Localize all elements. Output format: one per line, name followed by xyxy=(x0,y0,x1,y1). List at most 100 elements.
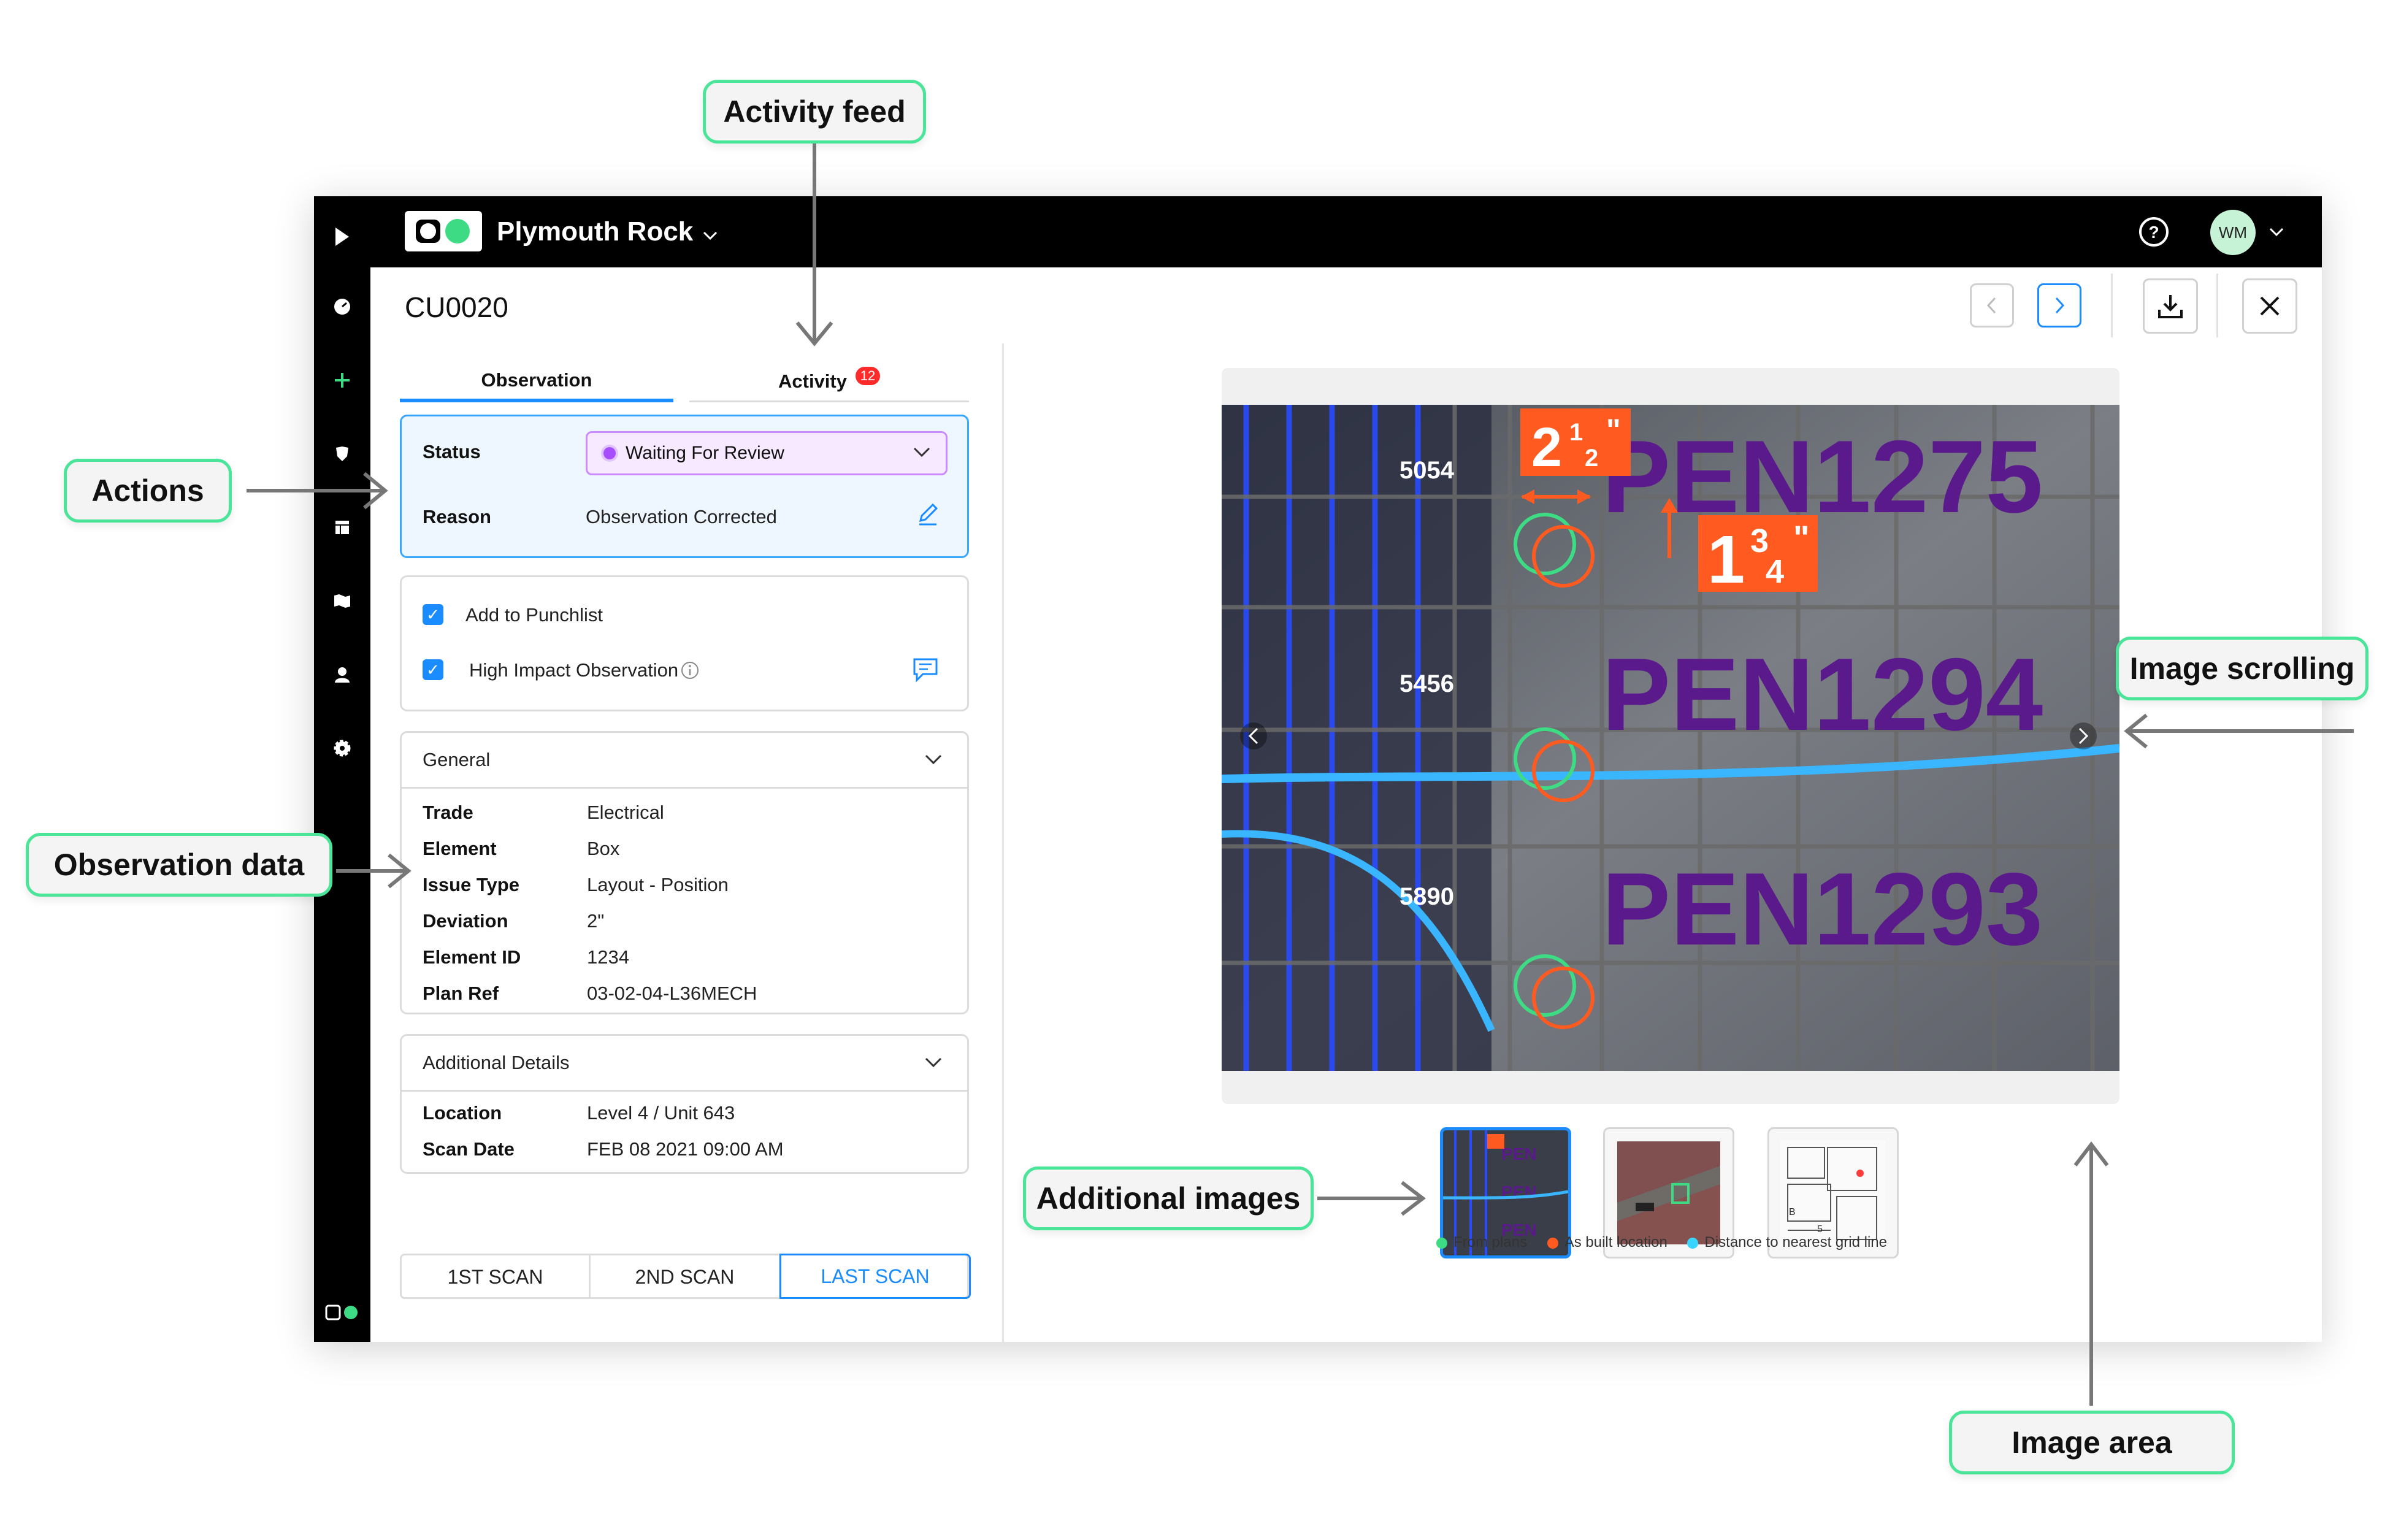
legend-distance: Distance to nearest grid line xyxy=(1704,1234,1887,1251)
svg-text:2: 2 xyxy=(1531,417,1562,478)
observation-photo-graphic: 5054 5456 5890 PEN1275 PEN1294 PEN1293 2… xyxy=(1222,405,2119,1071)
scan-first-button[interactable]: 1ST SCAN xyxy=(402,1255,591,1298)
field-value: FEB 08 2021 09:00 AM xyxy=(587,1138,784,1160)
field-label: Deviation xyxy=(423,910,508,932)
add-icon[interactable] xyxy=(314,362,370,399)
high-impact-label: High Impact Observation xyxy=(469,659,679,681)
close-button[interactable] xyxy=(2242,278,2297,334)
comment-icon[interactable] xyxy=(912,657,939,686)
legend-from-plans: From plans xyxy=(1453,1234,1528,1251)
help-icon[interactable]: ? xyxy=(2137,215,2171,249)
chevron-left-icon xyxy=(1986,297,1996,314)
field-label: Issue Type xyxy=(423,874,519,895)
high-impact-checkbox[interactable]: ✓ xyxy=(423,659,443,680)
callout-activity-feed-text: Activity feed xyxy=(723,94,906,129)
info-icon[interactable] xyxy=(680,661,700,683)
additional-details-title: Additional Details xyxy=(423,1052,570,1073)
pen-label-2: PEN1294 xyxy=(1602,637,2043,752)
callout-additional-images: Additional images xyxy=(1023,1166,1314,1230)
scan-last-button[interactable]: LAST SCAN xyxy=(779,1254,971,1299)
next-button[interactable] xyxy=(2037,283,2081,328)
field-value: Electrical xyxy=(587,802,664,823)
svg-text:B: B xyxy=(1789,1207,1796,1217)
field-label: Plan Ref xyxy=(423,983,499,1004)
callout-additional-images-text: Additional images xyxy=(1036,1181,1301,1216)
chevron-down-icon xyxy=(924,1057,943,1072)
field-value: 2" xyxy=(587,910,605,932)
general-header[interactable]: General xyxy=(402,733,967,789)
previous-button[interactable] xyxy=(1970,283,2014,328)
scan-toggle: 1ST SCAN 2ND SCAN LAST SCAN xyxy=(400,1254,971,1299)
reason-label: Reason xyxy=(423,506,491,527)
nav-rail xyxy=(314,196,370,1342)
dashboard-icon[interactable] xyxy=(314,288,370,325)
field-label: Location xyxy=(423,1102,502,1124)
svg-text:4: 4 xyxy=(1766,553,1784,590)
avatar-initials: WM xyxy=(2218,223,2248,242)
scroll-left-icon xyxy=(1240,722,1267,749)
field-value: 1234 xyxy=(587,946,629,968)
status-label: Status xyxy=(423,441,481,462)
brand-logo xyxy=(405,211,482,251)
shield-icon[interactable] xyxy=(314,435,370,472)
field-label: Element xyxy=(423,838,497,859)
gear-icon[interactable] xyxy=(314,730,370,767)
image-legend: From plans As built location Distance to… xyxy=(1436,1234,1887,1251)
legend-dot-green xyxy=(1436,1237,1447,1249)
callout-actions: Actions xyxy=(64,459,232,523)
scan-second-button[interactable]: 2ND SCAN xyxy=(591,1255,781,1298)
brand-logo-mini xyxy=(314,1294,370,1331)
callout-actions-text: Actions xyxy=(91,473,204,508)
avatar[interactable]: WM xyxy=(2210,210,2256,255)
table-icon[interactable] xyxy=(314,509,370,546)
callout-image-area-text: Image area xyxy=(2012,1425,2172,1460)
expand-nav-icon[interactable] xyxy=(314,218,370,255)
reason-value: Observation Corrected xyxy=(586,506,777,527)
tab-observation[interactable]: Observation xyxy=(400,362,673,402)
svg-text:5: 5 xyxy=(1817,1224,1823,1235)
map-icon[interactable] xyxy=(314,583,370,619)
field-label: Scan Date xyxy=(423,1138,515,1160)
additional-details-header[interactable]: Additional Details xyxy=(402,1036,967,1092)
field-label: Element ID xyxy=(423,946,521,968)
callout-observation-data: Observation data xyxy=(26,833,332,897)
status-card: Status Waiting For Review Reason Observa… xyxy=(400,415,969,558)
chevron-right-icon xyxy=(2055,297,2065,314)
pen-label-3: PEN1293 xyxy=(1602,851,2043,967)
account-chevron-icon[interactable] xyxy=(2269,227,2284,240)
download-button[interactable] xyxy=(2143,278,2198,334)
svg-text:": " xyxy=(1793,518,1810,557)
field-label: Trade xyxy=(423,802,473,823)
observation-id: CU0020 xyxy=(405,291,508,323)
field-value: Layout - Position xyxy=(587,874,729,895)
chevron-down-icon xyxy=(703,216,718,247)
download-icon xyxy=(2158,295,2183,318)
general-title: General xyxy=(423,749,491,770)
edit-reason-icon[interactable] xyxy=(916,502,940,530)
divider xyxy=(2111,274,2113,337)
punchlist-checkbox[interactable]: ✓ xyxy=(423,604,443,625)
legend-as-built: As built location xyxy=(1564,1234,1667,1251)
divider xyxy=(2216,274,2218,337)
point-label-1: 5054 xyxy=(1399,457,1455,484)
field-value: Level 4 / Unit 643 xyxy=(587,1102,735,1124)
observation-panel: Observation Activity 12 Status Waiting F… xyxy=(370,343,1004,1342)
user-icon[interactable] xyxy=(314,656,370,693)
tab-activity[interactable]: Activity 12 xyxy=(689,362,969,402)
project-name: Plymouth Rock xyxy=(497,216,694,247)
svg-text:?: ? xyxy=(2148,223,2159,242)
svg-text:1: 1 xyxy=(1569,419,1583,446)
status-dot xyxy=(603,447,616,459)
app-window: Plymouth Rock ? WM CU0020 Observation Ac… xyxy=(314,196,2322,1342)
flags-card: ✓ Add to Punchlist ✓ High Impact Observa… xyxy=(400,575,969,711)
observation-photo[interactable]: 5054 5456 5890 PEN1275 PEN1294 PEN1293 2… xyxy=(1222,405,2119,1071)
detail-header: CU0020 xyxy=(370,267,2322,345)
tab-activity-label: Activity xyxy=(778,370,847,392)
top-bar: Plymouth Rock ? WM xyxy=(370,196,2322,267)
general-card: General Trade Electrical Element Box Issue T… xyxy=(400,731,969,1014)
svg-text:PEN: PEN xyxy=(1501,1144,1537,1163)
chevron-down-icon xyxy=(913,446,931,462)
project-switcher[interactable]: Plymouth Rock xyxy=(497,215,718,249)
status-dropdown[interactable]: Waiting For Review xyxy=(586,431,948,475)
callout-image-area: Image area xyxy=(1949,1411,2235,1474)
